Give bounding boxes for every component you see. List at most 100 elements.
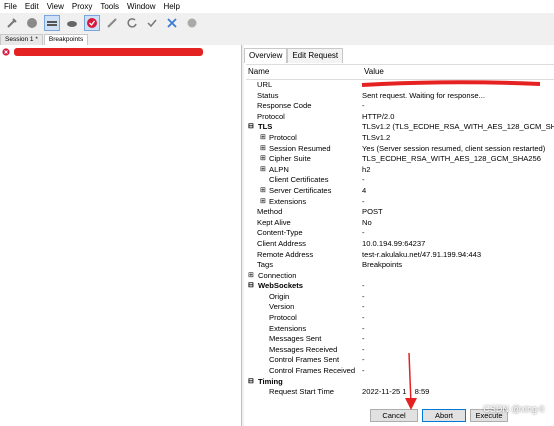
row-name-cell: ⊞ Session Resumed (246, 144, 360, 155)
grid-row[interactable]: Request Start Time 2022-11-25 1 8:59 (246, 387, 554, 398)
grid-row[interactable]: Extensions - (246, 324, 554, 335)
tab-overview[interactable]: Overview (244, 48, 288, 63)
row-value-text: h2 (362, 164, 371, 174)
grid-row[interactable]: ⊞ Cipher Suite TLS_ECDHE_RSA_WITH_AES_128_… (246, 154, 554, 165)
grid-row[interactable]: Control Frames Sent - (246, 355, 554, 366)
menu-help[interactable]: Help (159, 2, 183, 11)
row-name-cell: ⊞ Cipher Suite (246, 154, 360, 165)
row-value (360, 271, 554, 282)
grid-row[interactable]: Client Address 10.0.194.99:64237 (246, 239, 554, 250)
detail-panel: Overview Edit Request Name Value URL Stat… (244, 45, 554, 426)
settings-icon[interactable] (184, 15, 200, 31)
row-value: - (360, 366, 554, 377)
grid-row[interactable]: ⊟ WebSockets - (246, 281, 554, 292)
menu-proxy[interactable]: Proxy (68, 2, 96, 11)
grid-row[interactable]: ⊞ Extensions - (246, 197, 554, 208)
row-value: - (360, 197, 554, 208)
expand-icon[interactable]: ⊞ (260, 144, 266, 155)
grid-row[interactable]: Content-Type - (246, 228, 554, 239)
grid-row[interactable]: Client Certificates - (246, 175, 554, 186)
menu-edit[interactable]: Edit (21, 2, 43, 11)
row-value: Sent request. Waiting for response... (360, 91, 554, 102)
grid-row[interactable]: URL (246, 80, 554, 91)
grid-row[interactable]: Origin - (246, 292, 554, 303)
row-value-text: 4 (362, 185, 367, 195)
breakpoint-icon[interactable] (84, 15, 100, 31)
row-value: - (360, 292, 554, 303)
grid-row[interactable]: Tags Breakpoints (246, 260, 554, 271)
row-label: Tags (257, 260, 274, 270)
session-list-panel (0, 45, 242, 426)
row-value: TLSv1.2 (360, 133, 554, 144)
broom-icon[interactable] (4, 15, 20, 31)
row-label: Protocol (257, 111, 285, 121)
row-label: Content-Type (257, 228, 303, 238)
collapse-icon[interactable]: ⊟ (248, 122, 254, 133)
row-label: Status (257, 90, 279, 100)
row-value-text-tail: 8:59 (414, 387, 430, 397)
row-label: Extensions (269, 196, 307, 206)
grid-row[interactable]: Kept Alive No (246, 218, 554, 229)
grid-row[interactable]: ⊞ Session Resumed Yes (Server session resu… (246, 144, 554, 155)
cancel-button[interactable]: Cancel (370, 409, 418, 422)
row-value-text: Yes (Server session resumed, client sess… (362, 143, 546, 153)
overview-grid: Name Value URL Status Sent request. Waitin… (246, 64, 554, 405)
menu-file[interactable]: File (0, 2, 21, 11)
session-row[interactable] (2, 47, 203, 57)
grid-row[interactable]: Protocol HTTP/2.0 (246, 112, 554, 123)
menu-tools[interactable]: Tools (96, 2, 123, 11)
grid-row[interactable]: ⊟ TLS TLSv1.2 (TLS_ECDHE_RSA_WITH_AES_128_… (246, 122, 554, 133)
row-name-cell: ⊟ Timing (246, 377, 360, 388)
abort-button[interactable]: Abort (422, 409, 466, 422)
row-name-cell: Origin (246, 292, 360, 303)
grid-row[interactable]: ⊞ ALPN h2 (246, 165, 554, 176)
expand-icon[interactable]: ⊞ (260, 133, 266, 144)
row-value: 10.0.194.99:64237 (360, 239, 554, 250)
row-name-cell: Messages Received (246, 345, 360, 356)
tools-icon[interactable] (164, 15, 180, 31)
row-value: No (360, 218, 554, 229)
grid-row[interactable]: Method POST (246, 207, 554, 218)
collapse-icon[interactable]: ⊟ (248, 281, 254, 292)
expand-icon[interactable]: ⊞ (260, 197, 266, 208)
grid-row[interactable]: Response Code - (246, 101, 554, 112)
menu-window[interactable]: Window (123, 2, 159, 11)
collapse-icon[interactable]: ⊟ (248, 377, 254, 388)
row-label: Version (269, 302, 295, 312)
row-value: POST (360, 207, 554, 218)
grid-row[interactable]: ⊞ Server Certificates 4 (246, 186, 554, 197)
tab-breakpoints[interactable]: Breakpoints (43, 34, 89, 45)
grid-row[interactable]: Control Frames Received - (246, 366, 554, 377)
edit-icon[interactable] (104, 15, 120, 31)
row-value: 4 (360, 186, 554, 197)
row-value: TLSv1.2 (TLS_ECDHE_RSA_WITH_AES_128_GCM_… (360, 122, 554, 133)
expand-icon[interactable]: ⊞ (260, 154, 266, 165)
row-name-cell: ⊟ TLS (246, 122, 360, 133)
grid-row[interactable]: Remote Address test-r.akulaku.net/47.91.1… (246, 250, 554, 261)
grid-row[interactable]: Messages Received - (246, 345, 554, 356)
grid-row[interactable]: ⊟ Timing (246, 377, 554, 388)
grid-row[interactable]: Version - (246, 302, 554, 313)
tab-session-1[interactable]: Session 1 * (0, 34, 43, 45)
row-value: 2022-11-25 1 8:59 (360, 387, 554, 398)
grid-row[interactable]: Protocol - (246, 313, 554, 324)
record-icon[interactable] (24, 15, 40, 31)
row-name-cell: Response Code (246, 101, 360, 112)
grid-row[interactable]: ⊞ Protocol TLSv1.2 (246, 133, 554, 144)
grid-row[interactable]: Messages Sent - (246, 334, 554, 345)
expand-icon[interactable]: ⊞ (260, 186, 266, 197)
menu-view[interactable]: View (43, 2, 68, 11)
grid-row[interactable]: Status Sent request. Waiting for response… (246, 91, 554, 102)
refresh-icon[interactable] (124, 15, 140, 31)
expand-icon[interactable]: ⊞ (260, 165, 266, 176)
row-value-text: POST (362, 207, 383, 217)
expand-icon[interactable]: ⊞ (248, 271, 254, 282)
check-icon[interactable] (144, 15, 160, 31)
row-label: Session Resumed (269, 143, 331, 153)
row-value: Breakpoints (360, 260, 554, 271)
tab-edit-request[interactable]: Edit Request (287, 48, 344, 63)
throttle-icon[interactable] (44, 15, 60, 31)
row-label: WebSockets (258, 281, 304, 291)
grid-row[interactable]: ⊞ Connection (246, 271, 554, 282)
cloud-icon[interactable] (64, 15, 80, 31)
